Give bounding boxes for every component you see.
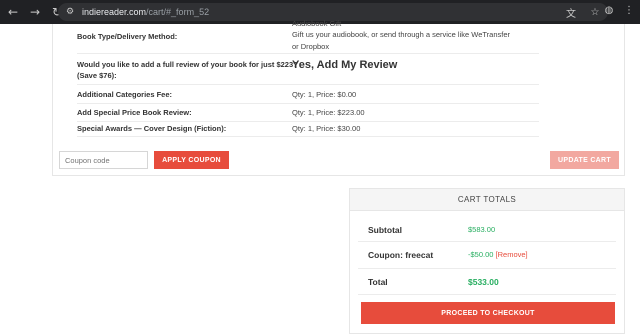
coupon-value: -$50.00: [468, 250, 494, 259]
option-label-cont: (Save $76):: [77, 71, 117, 80]
cart-totals-heading: CART TOTALS: [350, 189, 624, 211]
option-value: Qty: 1, Price: $0.00: [292, 90, 357, 99]
site-info-icon[interactable]: ⚙: [64, 6, 76, 18]
translate-icon[interactable]: 文: [564, 5, 578, 20]
coupon-row: Coupon: freecat -$50.00 [Remove]: [358, 242, 616, 269]
coupon-label: Coupon: freecat: [368, 250, 434, 260]
cart-options-panel: Book Type/Delivery Method: Audiobook Gif…: [52, 19, 625, 176]
option-value-cont: or Dropbox: [292, 42, 330, 51]
option-label: Book Type/Delivery Method:: [77, 32, 178, 41]
coupon-value-wrap: -$50.00 [Remove]: [468, 250, 528, 259]
page-content: Book Type/Delivery Method: Audiobook Gif…: [0, 19, 640, 334]
option-row: Add Special Price Book Review: Qty: 1, P…: [77, 104, 539, 122]
option-value: Gift us your audiobook, or send through …: [292, 30, 511, 39]
option-row: Would you like to add a full review of y…: [77, 54, 539, 85]
option-label: Special Awards — Cover Design (Fiction):: [77, 124, 227, 133]
url-text[interactable]: indiereader.com/cart/#_form_52: [82, 7, 209, 17]
extension-icon[interactable]: ◍: [602, 3, 616, 17]
menu-icon[interactable]: ⋮: [622, 3, 636, 17]
option-row: Book Type/Delivery Method: Audiobook Gif…: [77, 19, 539, 54]
subtotal-row: Subtotal $583.00: [358, 217, 616, 242]
option-label: Add Special Price Book Review:: [77, 108, 192, 117]
forward-icon[interactable]: →: [26, 3, 44, 21]
apply-coupon-button[interactable]: APPLY COUPON: [154, 151, 229, 169]
remove-coupon-link[interactable]: [Remove]: [496, 250, 528, 259]
bookmark-star-icon[interactable]: ☆: [588, 5, 602, 19]
subtotal-value: $583.00: [468, 225, 496, 234]
update-cart-button[interactable]: UPDATE CART: [550, 151, 619, 169]
total-label: Total: [368, 277, 388, 287]
cart-totals-panel: CART TOTALS Subtotal $583.00 Coupon: fre…: [349, 188, 625, 334]
subtotal-label: Subtotal: [368, 225, 402, 235]
option-row: Special Awards — Cover Design (Fiction):…: [77, 122, 539, 137]
url-host: indiereader.com: [82, 7, 147, 17]
proceed-to-checkout-button[interactable]: PROCEED TO CHECKOUT: [361, 302, 615, 324]
option-value: Qty: 1, Price: $30.00: [292, 124, 361, 133]
back-icon[interactable]: ←: [4, 3, 22, 21]
coupon-code-input[interactable]: [59, 151, 148, 169]
total-value: $533.00: [468, 277, 499, 287]
option-row: Additional Categories Fee: Qty: 1, Price…: [77, 85, 539, 104]
option-value: Yes, Add My Review: [292, 59, 398, 71]
option-label: Additional Categories Fee:: [77, 90, 173, 99]
url-path: /cart/#_form_52: [146, 7, 210, 17]
option-value-title: Audiobook Gift: [292, 19, 342, 28]
total-row: Total $533.00: [358, 269, 616, 295]
option-label: Would you like to add a full review of y…: [77, 60, 298, 69]
option-value: Qty: 1, Price: $223.00: [292, 108, 365, 117]
